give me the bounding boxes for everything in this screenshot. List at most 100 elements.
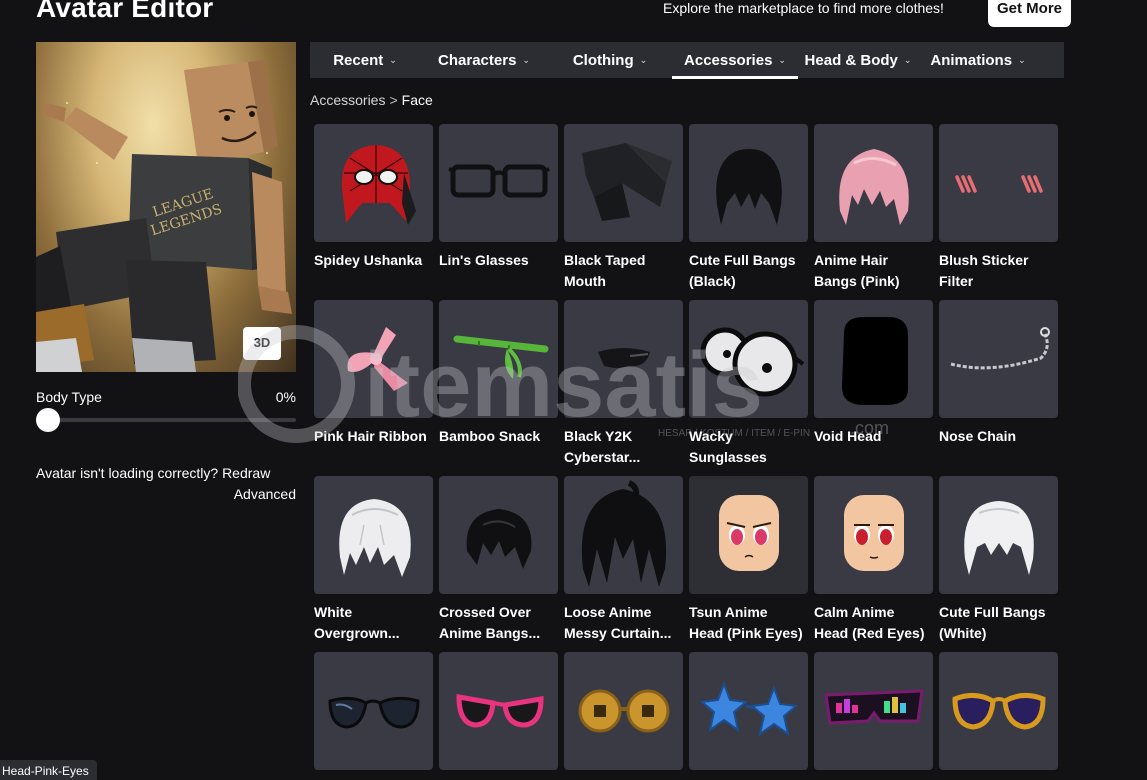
pink-bangs-icon (838, 149, 909, 225)
item-name-line1: Cute Full Bangs (689, 252, 796, 268)
item-thumbnail[interactable] (689, 300, 808, 418)
item-name-line1: Spidey Ushanka (314, 252, 423, 268)
item-name-line2: Sunglasses (689, 449, 767, 465)
black-glasses-icon (447, 164, 550, 198)
item-card[interactable]: Bamboo Snack (439, 300, 558, 447)
item-thumbnail[interactable] (439, 300, 558, 418)
item-thumbnail[interactable] (939, 476, 1058, 594)
item-card[interactable]: Cute Full Bangs (White) (939, 476, 1058, 644)
hover-tooltip: Head-Pink-Eyes (0, 760, 97, 780)
redraw-link[interactable]: Redraw (222, 465, 270, 481)
item-name-line2: Overgrown... (314, 625, 400, 641)
body-type-label: Body Type (36, 389, 102, 405)
item-thumbnail[interactable] (689, 476, 808, 594)
breadcrumb-parent[interactable]: Accessories (310, 92, 385, 108)
item-card[interactable]: Wacky Sunglasses (689, 300, 808, 468)
item-name-line1: Loose Anime (564, 604, 652, 620)
tab-recent[interactable]: Recent ⌄ (310, 42, 420, 78)
item-thumbnail[interactable] (814, 124, 933, 242)
item-card[interactable]: Pink Hair Ribbon (314, 300, 433, 447)
chevron-down-icon: ⌄ (389, 54, 397, 65)
item-thumbnail[interactable] (439, 652, 558, 770)
item-name-line1: Bamboo Snack (439, 428, 541, 444)
item-card[interactable]: Tsun Anime Head (Pink Eyes) (689, 476, 808, 644)
item-thumbnail[interactable] (689, 652, 808, 770)
item-thumbnail[interactable] (939, 652, 1058, 770)
item-card[interactable]: Spidey Ushanka (314, 124, 433, 271)
item-thumbnail[interactable] (314, 124, 433, 242)
item-thumbnail[interactable] (564, 124, 683, 242)
tab-head-body[interactable]: Head & Body ⌄ (798, 42, 918, 78)
item-thumbnail[interactable] (564, 300, 683, 418)
avatar-editor-page: Avatar Editor Explore the marketplace to… (0, 0, 1147, 780)
coin-glasses-icon (578, 689, 669, 733)
item-name-line2: Head (Red Eyes) (814, 625, 925, 641)
black-crossed-bangs-icon (466, 509, 531, 569)
star-glasses-icon (699, 681, 798, 737)
black-bangs-icon (715, 147, 782, 225)
tab-characters[interactable]: Characters ⌄ (420, 42, 548, 78)
tab-label: Clothing (572, 51, 634, 69)
tab-label: Accessories (684, 51, 773, 69)
item-thumbnail[interactable] (564, 476, 683, 594)
item-thumbnail[interactable] (814, 652, 933, 770)
item-name-line2: Filter (939, 273, 974, 289)
body-type-value: 0% (275, 389, 296, 405)
item-card[interactable] (564, 652, 683, 778)
item-card[interactable]: Anime Hair Bangs (Pink) (814, 124, 933, 292)
item-thumbnail[interactable] (564, 652, 683, 770)
item-card[interactable]: Black Taped Mouth (564, 124, 683, 292)
get-more-button[interactable]: Get More (988, 0, 1071, 27)
item-card[interactable]: Blush Sticker Filter (939, 124, 1058, 292)
item-thumbnail[interactable] (939, 124, 1058, 242)
item-name-line1: Pink Hair Ribbon (314, 428, 427, 444)
body-type-slider-handle[interactable] (36, 408, 60, 432)
item-name-line2: Anime Bangs... (439, 625, 541, 641)
item-card[interactable]: Black Y2K Cyberstar... (564, 300, 683, 468)
item-thumbnail[interactable] (939, 300, 1058, 418)
item-card[interactable]: Cute Full Bangs (Black) (689, 124, 808, 292)
item-card[interactable] (814, 652, 933, 778)
item-thumbnail[interactable] (314, 300, 433, 418)
advanced-link[interactable]: Advanced (36, 484, 296, 505)
item-card[interactable]: Loose Anime Messy Curtain... (564, 476, 683, 644)
item-thumbnail[interactable] (314, 652, 433, 770)
item-name-line2: Messy Curtain... (564, 625, 672, 641)
breadcrumb-current: Face (401, 92, 433, 108)
item-thumbnail[interactable] (314, 476, 433, 594)
item-thumbnail[interactable] (814, 476, 933, 594)
item-thumbnail[interactable] (439, 124, 558, 242)
item-thumbnail[interactable] (439, 476, 558, 594)
black-messy-hair-icon (581, 480, 666, 587)
item-thumbnail[interactable] (689, 124, 808, 242)
loading-help-text: Avatar isn't loading correctly? (36, 465, 219, 481)
breadcrumb-separator: > (389, 92, 398, 108)
led-shades-icon (823, 689, 924, 725)
item-card[interactable] (439, 652, 558, 778)
body-type-slider-track[interactable] (36, 418, 296, 422)
tape-mouth-icon (581, 143, 672, 221)
avatar-preview[interactable]: LEAGUE LEGENDS (36, 42, 296, 372)
item-thumbnail[interactable] (814, 300, 933, 418)
item-card[interactable]: White Overgrown... (314, 476, 433, 644)
item-card[interactable]: Void Head (814, 300, 933, 447)
item-card[interactable]: Lin's Glasses (439, 124, 558, 271)
item-card[interactable] (314, 652, 433, 778)
item-card[interactable]: Nose Chain (939, 300, 1058, 447)
view-3d-button[interactable]: 3D (243, 327, 281, 360)
tab-clothing[interactable]: Clothing ⌄ (548, 42, 672, 78)
wacky-glasses-icon (700, 327, 804, 397)
item-card[interactable] (689, 652, 808, 778)
item-name-line2: Mouth (564, 273, 606, 289)
tab-animations[interactable]: Animations ⌄ (918, 42, 1038, 78)
item-card[interactable] (939, 652, 1058, 778)
tab-label: Head & Body (804, 51, 898, 69)
page-title: Avatar Editor (36, 0, 214, 23)
tab-accessories[interactable]: Accessories ⌄ (672, 42, 798, 79)
chevron-down-icon: ⌄ (522, 54, 530, 65)
item-card[interactable]: Crossed Over Anime Bangs... (439, 476, 558, 644)
gold-shades-icon (951, 693, 1046, 730)
item-name-line1: Crossed Over (439, 604, 531, 620)
item-card[interactable]: Calm Anime Head (Red Eyes) (814, 476, 933, 644)
marketplace-promo-text: Explore the marketplace to find more clo… (663, 0, 944, 16)
